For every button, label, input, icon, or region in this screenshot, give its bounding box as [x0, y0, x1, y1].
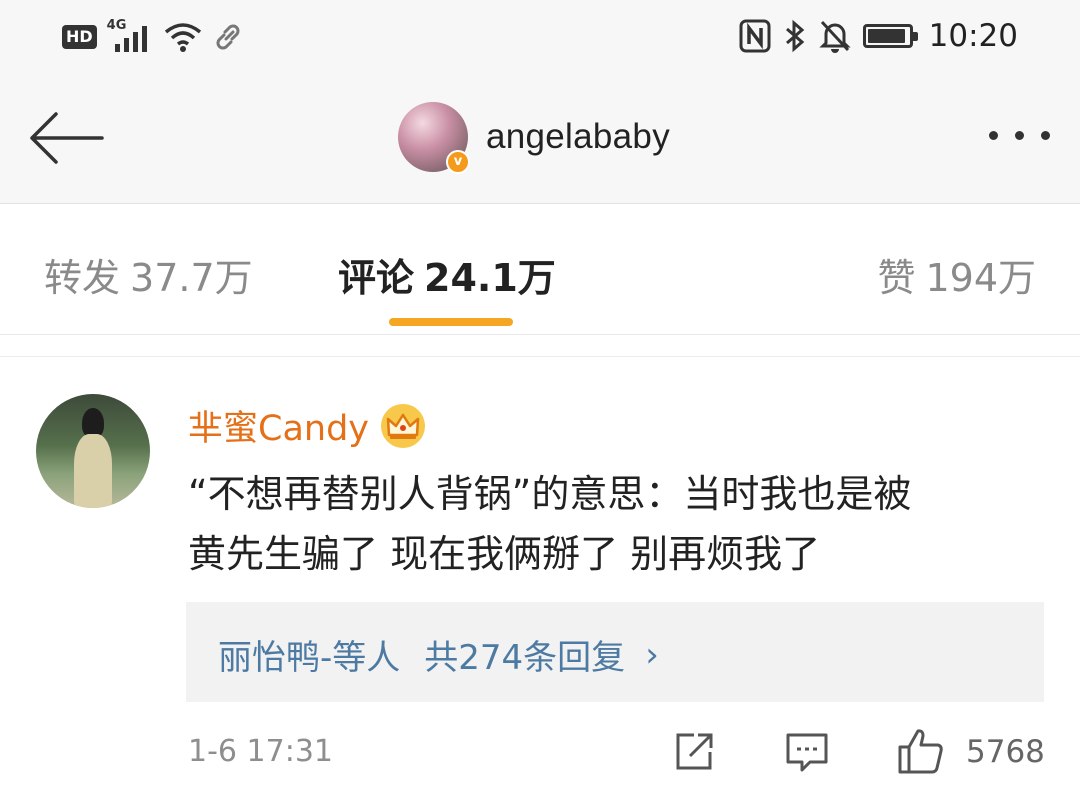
signal-icon: 4G: [106, 18, 153, 54]
tab-count: 37.7万: [130, 256, 253, 300]
comment-footer: 1-6 17:31 5768: [0, 729, 1080, 780]
tab-count: 194万: [925, 256, 1036, 300]
nfc-icon: [739, 19, 771, 53]
status-left: HD 4G: [62, 18, 243, 56]
tab-bar: 转发 37.7万 评论 24.1万 赞 194万: [0, 205, 1080, 335]
back-arrow-icon[interactable]: [26, 108, 106, 168]
wifi-icon: [164, 23, 201, 52]
tab-comments[interactable]: 评论 24.1万: [338, 247, 556, 302]
tab-label: 评论: [338, 256, 415, 300]
comment-text-line: 黄先生骗了 现在我俩掰了 别再烦我了: [188, 532, 821, 576]
comment-text-line: “不想再替别人背锅”的意思：当时我也是被: [188, 472, 912, 516]
like-icon[interactable]: [896, 726, 946, 776]
network-type: 4G: [106, 18, 127, 33]
avatar[interactable]: v: [398, 102, 470, 174]
tab-count: 24.1万: [424, 256, 556, 300]
divider: [0, 335, 1080, 357]
repost-icon[interactable]: [672, 730, 716, 774]
like-count: 5768: [966, 734, 1045, 770]
tab-label: 转发: [44, 256, 121, 300]
header-user[interactable]: v angelababy: [398, 102, 670, 174]
tab-reposts[interactable]: 转发 37.7万: [44, 247, 253, 302]
replies-preview[interactable]: 丽怡鸭-等人 共274条回复 ›: [186, 602, 1044, 702]
verified-badge-icon: v: [446, 150, 470, 174]
link-icon: [216, 24, 240, 50]
comment-time: 1-6 17:31: [188, 734, 333, 769]
hd-badge: HD: [62, 25, 97, 49]
tab-label: 赞: [877, 256, 916, 300]
reply-count: 共274条回复: [424, 638, 626, 678]
status-right: 10:20: [739, 16, 1018, 56]
clock: 10:20: [928, 18, 1018, 54]
chevron-right-icon: ›: [645, 634, 659, 675]
tab-likes[interactable]: 赞 194万: [877, 247, 1036, 302]
reply-users: 丽怡鸭-等人: [218, 638, 401, 678]
comment-text: “不想再替别人背锅”的意思：当时我也是被 黄先生骗了 现在我俩掰了 别再烦我了: [188, 464, 1048, 584]
header-username[interactable]: angelababy: [486, 117, 670, 157]
mute-icon: [819, 20, 851, 53]
comment-item[interactable]: 芈蜜Candy “不想再替别人背锅”的意思：当时我也是被 黄先生骗了 现在我俩掰…: [0, 358, 1080, 789]
crown-icon[interactable]: [381, 403, 425, 448]
comment-author[interactable]: 芈蜜Candy: [188, 400, 369, 451]
replies-link[interactable]: 丽怡鸭-等人 共274条回复 ›: [218, 630, 659, 679]
more-icon[interactable]: [989, 131, 1050, 140]
bluetooth-icon: [785, 19, 804, 53]
comment-author-row: 芈蜜Candy: [188, 400, 425, 451]
reply-icon[interactable]: [784, 730, 830, 774]
tab-active-indicator: [389, 318, 513, 326]
status-bar: HD 4G 10:20: [0, 0, 1080, 78]
nav-header: v angelababy: [0, 78, 1080, 204]
battery-icon: [862, 24, 918, 48]
comment-avatar[interactable]: [36, 394, 150, 508]
